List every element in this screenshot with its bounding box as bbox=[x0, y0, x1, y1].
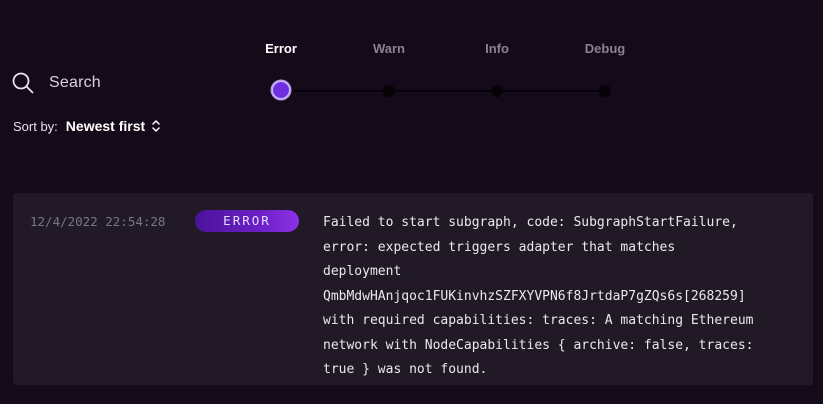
sort-control: Sort by: Newest first bbox=[13, 118, 161, 134]
search-input[interactable]: Search bbox=[49, 74, 101, 92]
slider-stop-debug[interactable] bbox=[599, 85, 611, 97]
search-box[interactable]: Search bbox=[11, 70, 101, 96]
search-icon[interactable] bbox=[11, 71, 35, 95]
sort-select[interactable]: Newest first bbox=[66, 118, 161, 134]
sort-value: Newest first bbox=[65, 118, 146, 134]
logs-page: Search Sort by: Newest first Error Warn … bbox=[0, 0, 823, 404]
log-level-badge: ERROR bbox=[195, 210, 299, 232]
level-label-debug[interactable]: Debug bbox=[585, 41, 625, 56]
slider-stop-warn[interactable] bbox=[383, 85, 395, 97]
slider-track[interactable] bbox=[280, 90, 605, 92]
level-label-error[interactable]: Error bbox=[265, 41, 297, 56]
slider-stop-info[interactable] bbox=[491, 85, 503, 97]
level-label-info[interactable]: Info bbox=[485, 41, 509, 56]
level-label-warn[interactable]: Warn bbox=[373, 41, 405, 56]
log-message: Failed to start subgraph, code: Subgraph… bbox=[323, 215, 754, 377]
log-timestamp: 12/4/2022 22:54:28 bbox=[30, 214, 166, 229]
log-entry: 12/4/2022 22:54:28 ERROR Failed to start… bbox=[13, 193, 813, 385]
sort-label: Sort by: bbox=[13, 118, 58, 134]
chevron-up-down-icon bbox=[152, 120, 160, 132]
log-level-slider[interactable]: Error Warn Info Debug bbox=[240, 38, 660, 108]
slider-handle-error[interactable] bbox=[272, 81, 290, 99]
